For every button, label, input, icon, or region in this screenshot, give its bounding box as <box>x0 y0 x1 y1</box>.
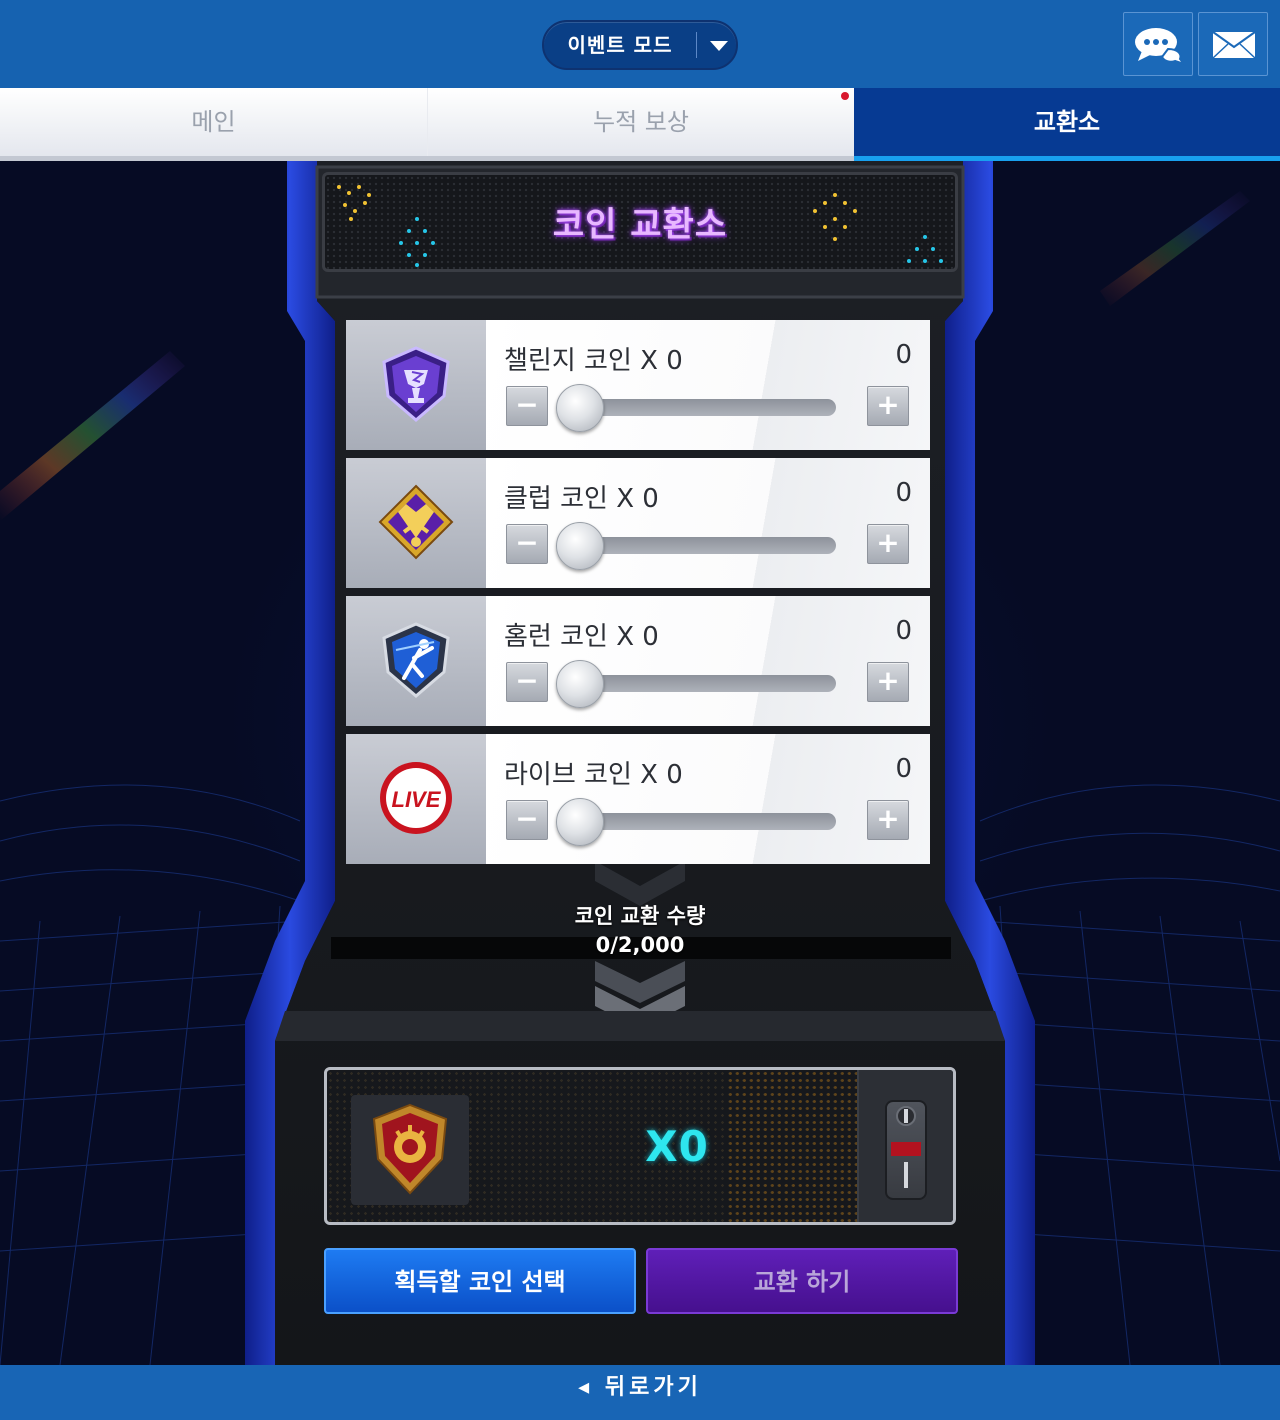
plus-icon: + <box>876 526 900 559</box>
tab-exchange-label: 교환소 <box>1033 108 1101 136</box>
select-coin-label: 획득할 코인 선택 <box>394 1268 566 1296</box>
minus-icon: − <box>515 664 539 697</box>
quantity-slider-track[interactable] <box>576 537 836 554</box>
chat-icon <box>1135 28 1187 67</box>
exchange-button[interactable]: 교환 하기 <box>646 1248 958 1314</box>
plus-icon: + <box>876 664 900 697</box>
exchange-marquee: 코인 교환소 <box>322 172 958 272</box>
coin-count: 0 <box>895 340 912 370</box>
target-coin-slot[interactable] <box>351 1095 469 1205</box>
quantity-slider-thumb[interactable] <box>556 384 604 432</box>
quantity-slider-thumb[interactable] <box>556 660 604 708</box>
exchange-quantity-value: 0/2,000 <box>595 933 685 957</box>
result-quantity: X0 <box>645 1122 709 1171</box>
mail-button[interactable] <box>1198 12 1268 76</box>
result-panel: X0 <box>324 1067 956 1225</box>
select-coin-button[interactable]: 획득할 코인 선택 <box>324 1248 636 1314</box>
coin-name: 클럽 코인 X 0 <box>504 484 659 514</box>
homerun-coin-icon <box>382 622 450 698</box>
tab-cumulative-reward[interactable]: 누적 보상 <box>427 88 854 156</box>
notification-dot <box>841 92 849 100</box>
tab-exchange[interactable]: 교환소 <box>854 88 1280 156</box>
coin-row-club: 클럽 코인 X 0 0 − + <box>346 458 930 588</box>
coin-name: 홈런 코인 X 0 <box>504 622 659 652</box>
chat-button[interactable] <box>1123 12 1193 76</box>
coin-row-challenge: 챌린지 코인 X 0 0 − + <box>346 320 930 450</box>
coin-count: 0 <box>895 754 912 784</box>
increase-button[interactable]: + <box>867 386 909 426</box>
tab-bar: 메인 누적 보상 교환소 <box>0 88 1280 162</box>
coin-count: 0 <box>895 616 912 646</box>
lever-icon <box>891 1106 921 1188</box>
bottom-bar: ◂ 뒤로가기 <box>0 1365 1280 1420</box>
club-coin-icon <box>378 484 454 560</box>
challenge-coin-icon <box>382 346 450 422</box>
marquee-title: 코인 교환소 <box>552 205 728 245</box>
coin-row-homerun: 홈런 코인 X 0 0 − + <box>346 596 930 726</box>
increase-button[interactable]: + <box>867 800 909 840</box>
live-badge-text: LIVE <box>392 787 442 812</box>
coin-name: 챌린지 코인 X 0 <box>504 346 683 376</box>
exchange-screen: 이벤트 모드 메인 누적 보상 교환소 코인 교환소 챌린지 코인 X 0 0 … <box>0 0 1280 1420</box>
tab-main-label: 메인 <box>191 108 236 136</box>
quantity-slider-track[interactable] <box>576 675 836 692</box>
decrease-button[interactable]: − <box>506 386 548 426</box>
quantity-slider-thumb[interactable] <box>556 798 604 846</box>
caret-down-icon <box>710 41 728 51</box>
mode-divider <box>696 32 697 58</box>
coin-name: 라이브 코인 X 0 <box>504 760 683 790</box>
decrease-button[interactable]: − <box>506 524 548 564</box>
plus-icon: + <box>876 388 900 421</box>
lever-handle[interactable] <box>885 1100 927 1200</box>
quantity-slider-thumb[interactable] <box>556 522 604 570</box>
quantity-slider-track[interactable] <box>576 813 836 830</box>
mode-dropdown[interactable]: 이벤트 모드 <box>542 20 738 70</box>
minus-icon: − <box>515 526 539 559</box>
exchange-quantity-label: 코인 교환 수량 <box>574 904 706 928</box>
lever-housing <box>857 1070 953 1222</box>
coin-count: 0 <box>895 478 912 508</box>
result-dot-glow <box>727 1070 857 1222</box>
live-coin-icon: LIVE <box>380 762 452 834</box>
decrease-button[interactable]: − <box>506 800 548 840</box>
quantity-slider-track[interactable] <box>576 399 836 416</box>
increase-button[interactable]: + <box>867 524 909 564</box>
tab-main[interactable]: 메인 <box>0 88 427 156</box>
target-coin-icon <box>372 1103 448 1195</box>
exchange-button-label: 교환 하기 <box>753 1268 851 1296</box>
plus-icon: + <box>876 802 900 835</box>
coin-row-live: LIVE 라이브 코인 X 0 0 − + <box>346 734 930 864</box>
minus-icon: − <box>515 802 539 835</box>
minus-icon: − <box>515 388 539 421</box>
mail-icon <box>1212 31 1256 59</box>
tab-reward-label: 누적 보상 <box>593 108 689 136</box>
back-button[interactable]: ◂ 뒤로가기 <box>0 1365 1280 1411</box>
top-bar: 이벤트 모드 <box>0 0 1280 88</box>
decrease-button[interactable]: − <box>506 662 548 702</box>
mode-label: 이벤트 모드 <box>567 33 673 57</box>
increase-button[interactable]: + <box>867 662 909 702</box>
